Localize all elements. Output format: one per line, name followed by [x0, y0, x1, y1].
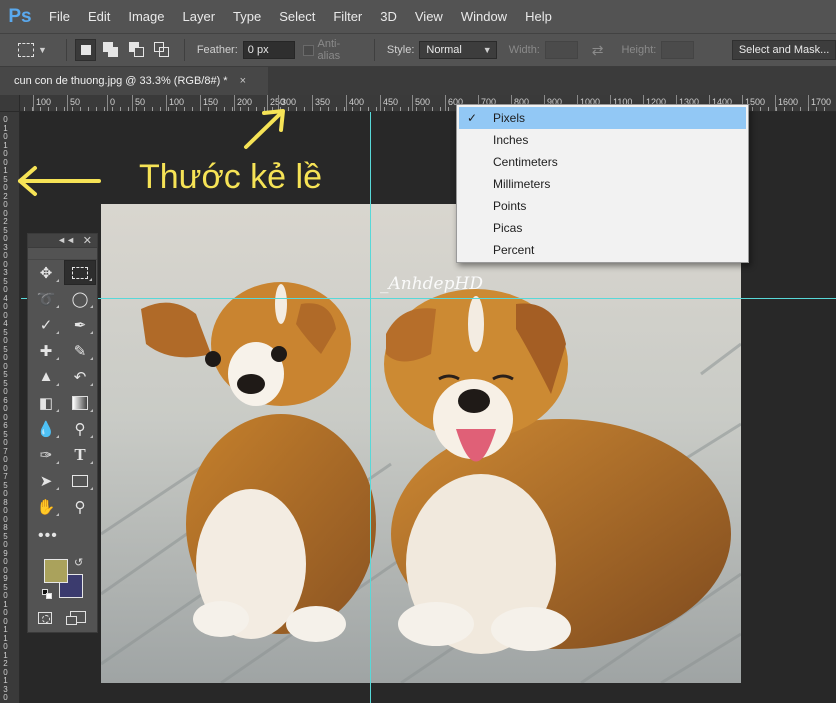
tools-panel-header[interactable]: ◄◄ ✕: [28, 234, 97, 248]
screen-mode-icon[interactable]: [66, 611, 86, 625]
units-option-inches[interactable]: Inches: [459, 129, 746, 151]
tools-panel: ◄◄ ✕ ✥ ➰ ◯ ✓ ✒ ✚ ✎ ▲ ↶ ◧ 💧 ⚲ ✑ T ➤ ✋ ⚲ •…: [27, 233, 98, 633]
lasso-icon: ➰: [36, 290, 56, 308]
units-option-pixels[interactable]: ✓ Pixels: [459, 107, 746, 129]
magnifier-icon: ⚲: [74, 498, 86, 516]
arrow-to-horizontal-ruler-icon: [244, 110, 284, 149]
close-icon[interactable]: ✕: [83, 234, 92, 247]
eyedropper-icon: ✒: [73, 316, 87, 334]
move-tool[interactable]: ✥: [30, 260, 62, 285]
rectangle-icon: [72, 474, 88, 487]
marquee-icon: [72, 266, 88, 279]
collapse-icon[interactable]: ◄◄: [57, 235, 75, 245]
eyedropper-tool[interactable]: ✒: [64, 312, 96, 337]
gradient-icon: [72, 395, 88, 410]
foreground-color-swatch[interactable]: [44, 559, 68, 583]
edit-toolbar-icon[interactable]: •••: [38, 527, 58, 545]
units-option-percent[interactable]: Percent: [459, 239, 746, 261]
dodge-icon: ⚲: [74, 420, 86, 438]
clone-stamp-tool[interactable]: ▲: [30, 364, 62, 389]
gradient-tool[interactable]: [64, 390, 96, 415]
units-option-points[interactable]: Points: [459, 195, 746, 217]
history-brush-tool[interactable]: ↶: [64, 364, 96, 389]
units-option-picas[interactable]: Picas: [459, 217, 746, 239]
marquee-tool[interactable]: [64, 260, 96, 285]
lasso-tool[interactable]: ➰: [30, 286, 62, 311]
ruler-units-menu: ✓ Pixels Inches Centimeters Millimeters …: [456, 104, 749, 263]
eraser-tool[interactable]: ◧: [30, 390, 62, 415]
eraser-icon: ◧: [38, 394, 54, 412]
quick-selection-tool[interactable]: ◯: [64, 286, 96, 311]
arrow-pointer-icon: ➤: [39, 472, 53, 490]
history-brush-icon: ↶: [73, 368, 87, 386]
drop-icon: 💧: [36, 420, 56, 438]
units-option-millimeters[interactable]: Millimeters: [459, 173, 746, 195]
quick-mask-icon[interactable]: [38, 612, 52, 624]
stamp-icon: ▲: [38, 368, 54, 385]
bandage-icon: ✚: [39, 342, 53, 360]
swap-colors-icon[interactable]: ↺: [74, 556, 83, 569]
crop-icon: ✓: [39, 316, 53, 334]
type-tool[interactable]: T: [64, 442, 96, 467]
rectangle-tool[interactable]: [64, 468, 96, 493]
pen-icon: ✑: [39, 446, 53, 464]
path-selection-tool[interactable]: ➤: [30, 468, 62, 493]
default-colors-icon[interactable]: [42, 589, 52, 599]
brush-tool[interactable]: ✎: [64, 338, 96, 363]
hand-tool[interactable]: ✋: [30, 494, 62, 519]
dodge-tool[interactable]: ⚲: [64, 416, 96, 441]
hand-icon: ✋: [36, 498, 56, 516]
units-option-centimeters[interactable]: Centimeters: [459, 151, 746, 173]
zoom-tool[interactable]: ⚲: [64, 494, 96, 519]
brush-icon: ✎: [73, 342, 87, 360]
panel-grip[interactable]: [28, 248, 97, 260]
type-icon: T: [74, 444, 86, 464]
quick-selection-icon: ◯: [71, 290, 89, 308]
blur-tool[interactable]: 💧: [30, 416, 62, 441]
healing-brush-tool[interactable]: ✚: [30, 338, 62, 363]
move-icon: ✥: [39, 264, 53, 282]
crop-tool[interactable]: ✓: [30, 312, 62, 337]
check-icon: ✓: [467, 111, 478, 125]
pen-tool[interactable]: ✑: [30, 442, 62, 467]
tool-grid: ✥ ➰ ◯ ✓ ✒ ✚ ✎ ▲ ↶ ◧ 💧 ⚲ ✑ T ➤ ✋ ⚲: [28, 260, 97, 520]
